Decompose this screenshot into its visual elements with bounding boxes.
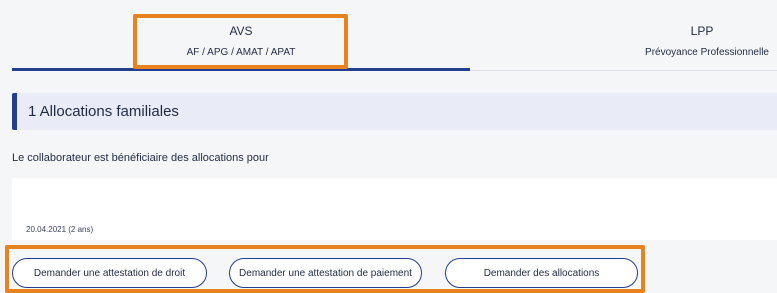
section-accent-bar <box>12 93 17 130</box>
tab-bar: AVS AF / APG / AMAT / APAT LPP Prévoyanc… <box>0 0 777 72</box>
allowance-entry-panel: 20.04.2021 (2 ans) <box>12 178 777 240</box>
section-title: 1 Allocations familiales <box>28 103 179 120</box>
tab-divider <box>470 70 777 71</box>
request-allowances-button[interactable]: Demander des allocations <box>445 258 638 288</box>
request-payment-certificate-button[interactable]: Demander une attestation de paiement <box>229 258 422 288</box>
highlight-box-tab <box>133 14 348 69</box>
entry-date: 20.04.2021 (2 ans) <box>26 225 94 234</box>
tab-lpp-subtitle: Prévoyance Professionnelle <box>645 47 769 58</box>
tab-lpp-title: LPP <box>690 24 714 38</box>
section-description: Le collaborateur est bénéficiaire des al… <box>12 152 269 164</box>
request-right-certificate-button[interactable]: Demander une attestation de droit <box>12 258 207 288</box>
tab-lpp[interactable]: LPP Prévoyance Professionnelle <box>470 0 777 70</box>
section-header: 1 Allocations familiales <box>12 93 777 130</box>
